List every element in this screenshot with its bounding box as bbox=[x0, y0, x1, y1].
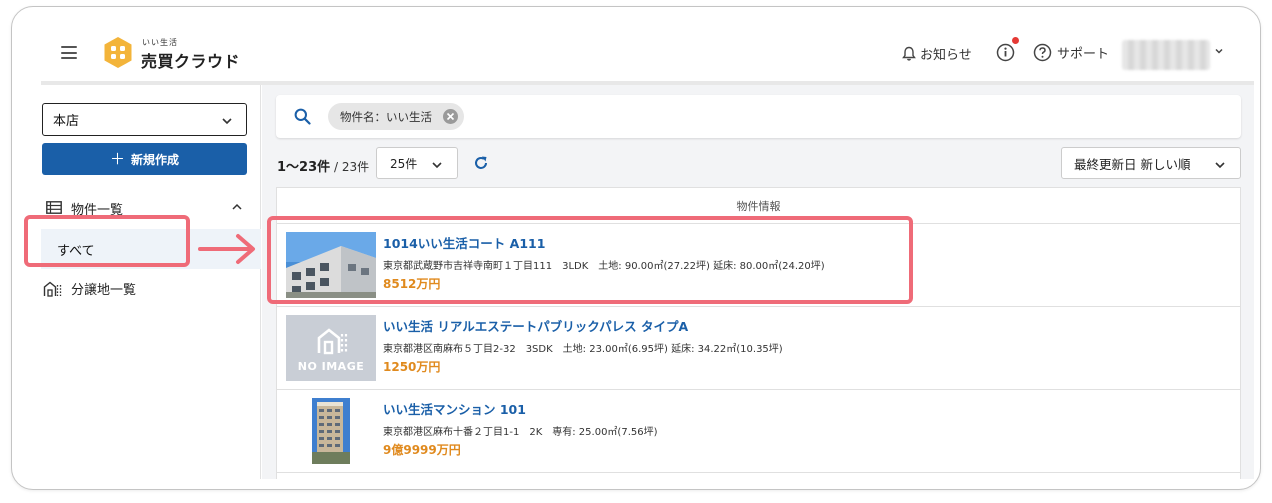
no-image-building-icon bbox=[317, 328, 348, 355]
property-photo[interactable] bbox=[286, 398, 376, 464]
table-row[interactable]: NO IMAGE いい生活 リアルエステートパブリックパレス タイプA 東京都港… bbox=[277, 307, 1240, 390]
user-name-blurred[interactable] bbox=[1122, 40, 1210, 70]
notification-label: お知らせ bbox=[920, 48, 972, 63]
menu-icon[interactable] bbox=[61, 46, 77, 59]
chevron-down-icon bbox=[1215, 162, 1225, 169]
store-select-value: 本店 bbox=[53, 114, 80, 129]
notification-button[interactable]: お知らせ bbox=[902, 44, 972, 63]
table-row[interactable]: いい生活マンション 101 東京都港区麻布十番２丁目1-1 2K 専有: 25.… bbox=[277, 390, 1240, 473]
logo-subtitle: いい生活 bbox=[142, 38, 178, 47]
clear-filter-icon[interactable] bbox=[443, 109, 458, 124]
property-price: 9億9999万円 bbox=[383, 443, 461, 457]
logo-title[interactable]: 売買クラウド bbox=[141, 48, 240, 72]
highlight-sidebar-all bbox=[24, 215, 190, 267]
sidebar: 本店 ＋ 新規作成 物件一覧 すべて 分譲地一覧 bbox=[41, 85, 261, 479]
support-button[interactable]: サポート bbox=[1033, 43, 1109, 62]
logo-icon bbox=[104, 37, 132, 68]
no-image-placeholder[interactable]: NO IMAGE bbox=[286, 315, 376, 381]
chevron-down-icon bbox=[432, 162, 442, 169]
store-select[interactable]: 本店 bbox=[42, 103, 247, 136]
list-icon bbox=[46, 201, 62, 214]
chevron-up-icon bbox=[232, 203, 242, 210]
bell-icon bbox=[902, 46, 916, 61]
app-header: いい生活 売買クラウド お知らせ サポート bbox=[41, 27, 1254, 81]
highlight-first-row bbox=[267, 216, 913, 304]
chevron-down-icon bbox=[222, 118, 232, 125]
new-create-button[interactable]: ＋ 新規作成 bbox=[42, 143, 247, 175]
sidebar-item-lots[interactable]: 分譲地一覧 bbox=[41, 277, 261, 299]
property-address: 東京都港区麻布十番２丁目1-1 2K 専有: 25.00㎡(7.56坪) bbox=[383, 427, 658, 438]
building-lot-icon bbox=[43, 281, 62, 297]
property-title[interactable]: いい生活 リアルエステートパブリックパレス タイプA bbox=[383, 316, 688, 335]
property-address: 東京都港区南麻布５丁目2-32 3SDK 土地: 23.00㎡(6.95坪) 延… bbox=[383, 344, 783, 355]
result-count: 1〜23件 / 23件 bbox=[277, 156, 369, 175]
info-icon[interactable] bbox=[996, 43, 1015, 62]
unread-dot bbox=[1012, 37, 1019, 44]
property-price: 1250万円 bbox=[383, 360, 441, 374]
property-title[interactable]: いい生活マンション 101 bbox=[383, 399, 526, 418]
support-label: サポート bbox=[1057, 47, 1110, 62]
per-page-value: 25件 bbox=[390, 156, 418, 171]
result-range: 1〜23件 bbox=[277, 160, 331, 175]
chevron-down-icon[interactable] bbox=[1213, 45, 1225, 57]
sort-value: 最終更新日 新しい順 bbox=[1074, 156, 1191, 172]
result-total: / 23件 bbox=[330, 160, 370, 174]
filter-chip[interactable]: 物件名：いい生活 bbox=[328, 103, 464, 130]
search-bar[interactable]: 物件名：いい生活 bbox=[276, 95, 1241, 138]
sort-select[interactable]: 最終更新日 新しい順 bbox=[1061, 147, 1241, 179]
filter-chip-label: 物件名：いい生活 bbox=[340, 109, 432, 124]
per-page-select[interactable]: 25件 bbox=[376, 147, 458, 179]
plus-icon: ＋ bbox=[109, 149, 125, 168]
sidebar-item-label: 分譲地一覧 bbox=[71, 283, 137, 298]
search-icon[interactable] bbox=[294, 108, 311, 125]
new-create-label: 新規作成 bbox=[131, 152, 180, 167]
refresh-icon[interactable] bbox=[473, 155, 489, 171]
no-image-label: NO IMAGE bbox=[297, 360, 365, 373]
arrow-right-icon bbox=[198, 234, 255, 264]
help-icon bbox=[1033, 43, 1052, 62]
